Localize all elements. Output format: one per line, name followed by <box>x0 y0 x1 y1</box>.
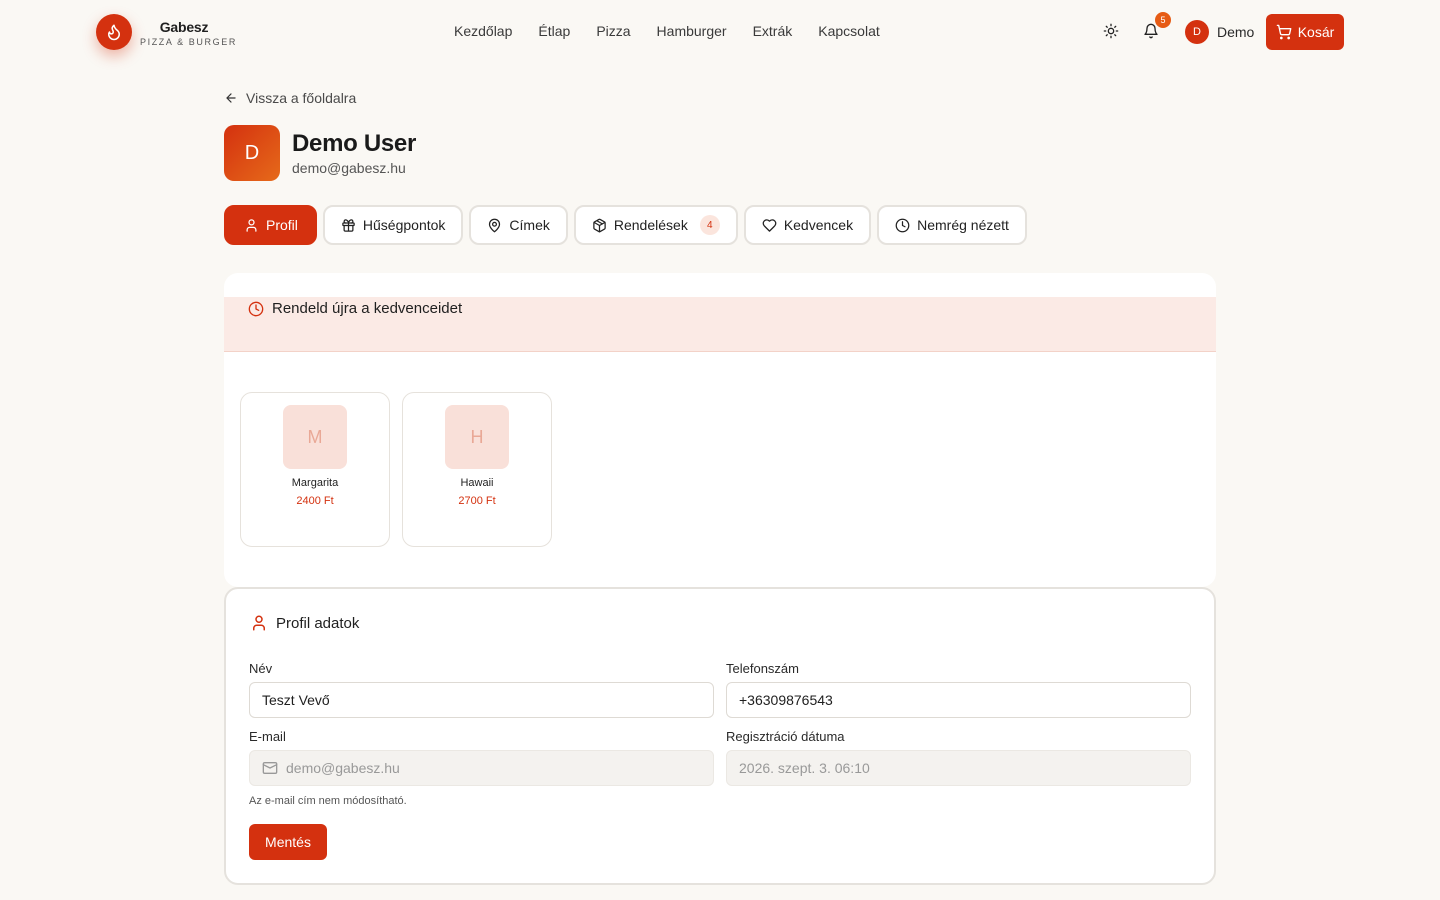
profile-data-title: Profil adatok <box>250 614 359 632</box>
top-header: Gabesz PIZZA & BURGER Kezdőlap Étlap Piz… <box>0 0 1440 64</box>
user-menu-label: Demo <box>1217 24 1255 40</box>
item-thumbnail: H <box>445 405 509 469</box>
cart-icon <box>1276 24 1292 40</box>
map-pin-icon <box>489 218 501 232</box>
arrow-left-icon <box>226 93 236 103</box>
sun-icon[interactable] <box>1102 22 1120 40</box>
name-label: Név <box>249 661 273 676</box>
email-label: E-mail <box>249 729 286 744</box>
nav-item-menu[interactable]: Étlap <box>538 23 570 39</box>
back-link-label: Vissza a főoldalra <box>246 90 357 106</box>
tab-label: Hűségpontok <box>362 217 446 233</box>
tab-addresses[interactable]: Címek <box>469 205 568 245</box>
tab-recently-viewed[interactable]: Nemrég nézett <box>877 205 1027 245</box>
clock-icon <box>248 301 264 316</box>
package-icon <box>593 218 606 232</box>
brand-name: Gabesz <box>159 19 209 35</box>
brand-subtitle: PIZZA & BURGER <box>140 37 237 47</box>
item-name: Hawaii <box>460 477 494 489</box>
profile-tabs: Profil Hűségpontok Címek Rendelések 4 Ke… <box>224 205 1027 245</box>
registration-date-value: 2026. szept. 3. 06:10 <box>739 760 870 776</box>
reorder-favorites-card: Rendeld újra a kedvenceidet M Margarita … <box>224 273 1216 587</box>
flame-logo-icon[interactable] <box>96 14 132 50</box>
profile-data-card: Profil adatok Név Telefonszám E-mail dem… <box>224 587 1216 885</box>
item-thumbnail: M <box>283 405 347 469</box>
registration-date-label: Regisztráció dátuma <box>726 729 845 744</box>
email-hint: Az e-mail cím nem módosítható. <box>249 795 407 807</box>
page-title: Demo User <box>292 130 417 157</box>
cart-button[interactable]: Kosár <box>1266 14 1344 50</box>
orders-count-badge: 4 <box>699 215 720 235</box>
nav-item-extras[interactable]: Extrák <box>753 23 793 39</box>
profile-avatar: D <box>224 125 280 181</box>
tab-favorites[interactable]: Kedvencek <box>743 205 872 245</box>
nav-item-contact[interactable]: Kapcsolat <box>818 23 879 39</box>
tab-label: Rendelések <box>613 217 688 233</box>
back-link[interactable]: Vissza a főoldalra <box>224 90 356 106</box>
name-field[interactable] <box>249 682 714 718</box>
user-icon <box>246 218 257 232</box>
profile-email: demo@gabesz.hu <box>292 160 406 176</box>
reorder-title-label: Rendeld újra a kedvenceidet <box>272 300 463 317</box>
tab-label: Profil <box>266 217 298 233</box>
tab-profile[interactable]: Profil <box>224 205 317 245</box>
reorder-item[interactable]: M Margarita 2400 Ft <box>240 392 390 547</box>
brand[interactable]: Gabesz PIZZA & BURGER <box>140 19 237 47</box>
tab-label: Címek <box>509 217 550 233</box>
gift-icon <box>342 218 355 232</box>
registration-date-field: 2026. szept. 3. 06:10 <box>726 750 1191 786</box>
cart-label: Kosár <box>1297 24 1335 40</box>
item-name: Margarita <box>291 477 339 489</box>
item-price: 2700 Ft <box>458 495 496 507</box>
phone-field[interactable] <box>726 682 1191 718</box>
save-button[interactable]: Mentés <box>249 824 327 860</box>
nav-item-pizza[interactable]: Pizza <box>596 23 630 39</box>
nav-item-home[interactable]: Kezdőlap <box>454 23 512 39</box>
item-price: 2400 Ft <box>296 495 334 507</box>
main-nav: Kezdőlap Étlap Pizza Hamburger Extrák Ka… <box>454 23 880 39</box>
tab-label: Nemrég nézett <box>917 217 1009 233</box>
heart-icon <box>762 218 777 232</box>
reorder-item[interactable]: H Hawaii 2700 Ft <box>402 392 552 547</box>
email-field: demo@gabesz.hu <box>249 750 714 786</box>
email-field-value: demo@gabesz.hu <box>286 760 400 776</box>
tab-label: Kedvencek <box>783 217 854 233</box>
tab-orders[interactable]: Rendelések 4 <box>573 205 738 245</box>
profile-data-title-label: Profil adatok <box>276 614 360 632</box>
mail-icon <box>262 762 278 774</box>
phone-label: Telefonszám <box>726 661 799 676</box>
clock-icon <box>895 218 910 232</box>
tab-loyalty[interactable]: Hűségpontok <box>322 205 464 245</box>
user-icon <box>253 615 265 631</box>
nav-item-hamburger[interactable]: Hamburger <box>657 23 727 39</box>
notification-badge: 5 <box>1155 12 1171 28</box>
avatar: D <box>1185 20 1209 44</box>
user-menu[interactable]: D Demo <box>1185 20 1254 44</box>
reorder-title: Rendeld újra a kedvenceidet <box>248 300 462 317</box>
